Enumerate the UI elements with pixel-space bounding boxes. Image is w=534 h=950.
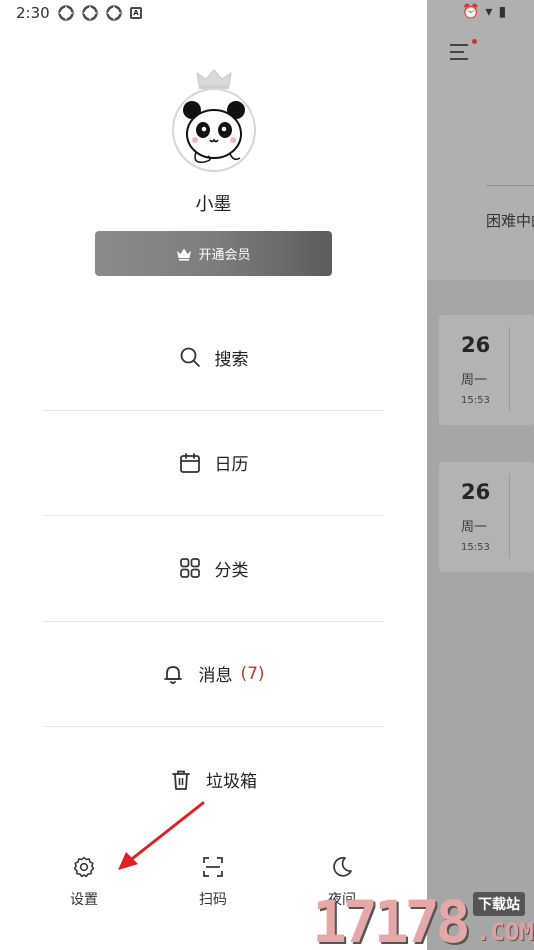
menu-item-category[interactable]: 分类	[43, 516, 384, 622]
notification-dot	[472, 39, 477, 44]
note-weekday: 周一	[461, 373, 488, 388]
navigation-drawer: 2:30 A 小墨 开通会员 搜索 日历 分类 消息 (7) 垃圾箱 设置 扫码…	[0, 0, 427, 950]
crown-icon	[196, 69, 232, 89]
note-day: 26	[461, 333, 491, 357]
avatar[interactable]	[172, 88, 256, 172]
menu-item-calendar[interactable]: 日历	[43, 411, 384, 516]
background-header	[427, 0, 534, 280]
watermark-number: 17178	[312, 888, 471, 950]
menu-item-label: 垃圾箱	[206, 772, 257, 793]
app-notification-icon	[106, 5, 122, 21]
divider	[486, 185, 534, 186]
status-time: 2:30	[16, 4, 50, 22]
status-icons: A	[58, 5, 142, 21]
menu-item-label: 分类	[214, 560, 249, 581]
vip-label: 开通会员	[198, 248, 251, 263]
panda-avatar-icon	[183, 101, 245, 164]
system-status-icons: ⏰▾▮	[462, 4, 513, 20]
watermark-logo: 17178 下载站 .COM	[308, 880, 534, 950]
menu-item-label: 消息	[198, 666, 233, 687]
card-divider	[509, 327, 510, 411]
watermark-tag: 下载站	[473, 892, 525, 916]
profile-avatar-area[interactable]	[172, 68, 256, 172]
grid-icon	[179, 558, 200, 579]
moon-icon	[333, 856, 352, 877]
calendar-icon	[179, 452, 200, 473]
note-card[interactable]: 26 周一 15:53	[439, 462, 534, 572]
trash-icon	[172, 770, 190, 790]
gear-icon	[73, 856, 95, 878]
vip-membership-button[interactable]: 开通会员	[95, 231, 332, 276]
menu-item-label: 搜索	[214, 349, 249, 370]
bell-icon	[164, 665, 183, 684]
red-arrow-annotation	[118, 801, 205, 870]
scan-label: 扫码	[199, 892, 227, 908]
username[interactable]: 小墨	[0, 190, 427, 216]
notification-box-icon: A	[130, 7, 142, 19]
crown-icon	[177, 248, 192, 261]
note-time: 15:53	[461, 395, 490, 406]
app-notification-icon	[82, 5, 98, 21]
card-divider	[509, 474, 510, 558]
note-card[interactable]: 26 周一 15:53	[439, 315, 534, 425]
drawer-menu: 搜索 日历 分类 消息 (7) 垃圾箱	[43, 305, 384, 833]
settings-label: 设置	[70, 892, 98, 908]
note-weekday: 周一	[461, 520, 488, 535]
search-icon	[180, 347, 200, 368]
menu-item-search[interactable]: 搜索	[43, 305, 384, 411]
menu-item-trash[interactable]: 垃圾箱	[43, 727, 384, 833]
menu-item-messages[interactable]: 消息 (7)	[43, 622, 384, 727]
background-text: 困难中的	[486, 212, 534, 230]
note-day: 26	[461, 480, 491, 504]
message-count-badge: (7)	[240, 663, 265, 684]
menu-item-label: 日历	[214, 455, 249, 476]
note-time: 15:53	[461, 542, 490, 553]
app-notification-icon	[58, 5, 74, 21]
watermark-domain: .COM	[476, 918, 534, 946]
status-bar: 2:30 A	[0, 0, 427, 30]
